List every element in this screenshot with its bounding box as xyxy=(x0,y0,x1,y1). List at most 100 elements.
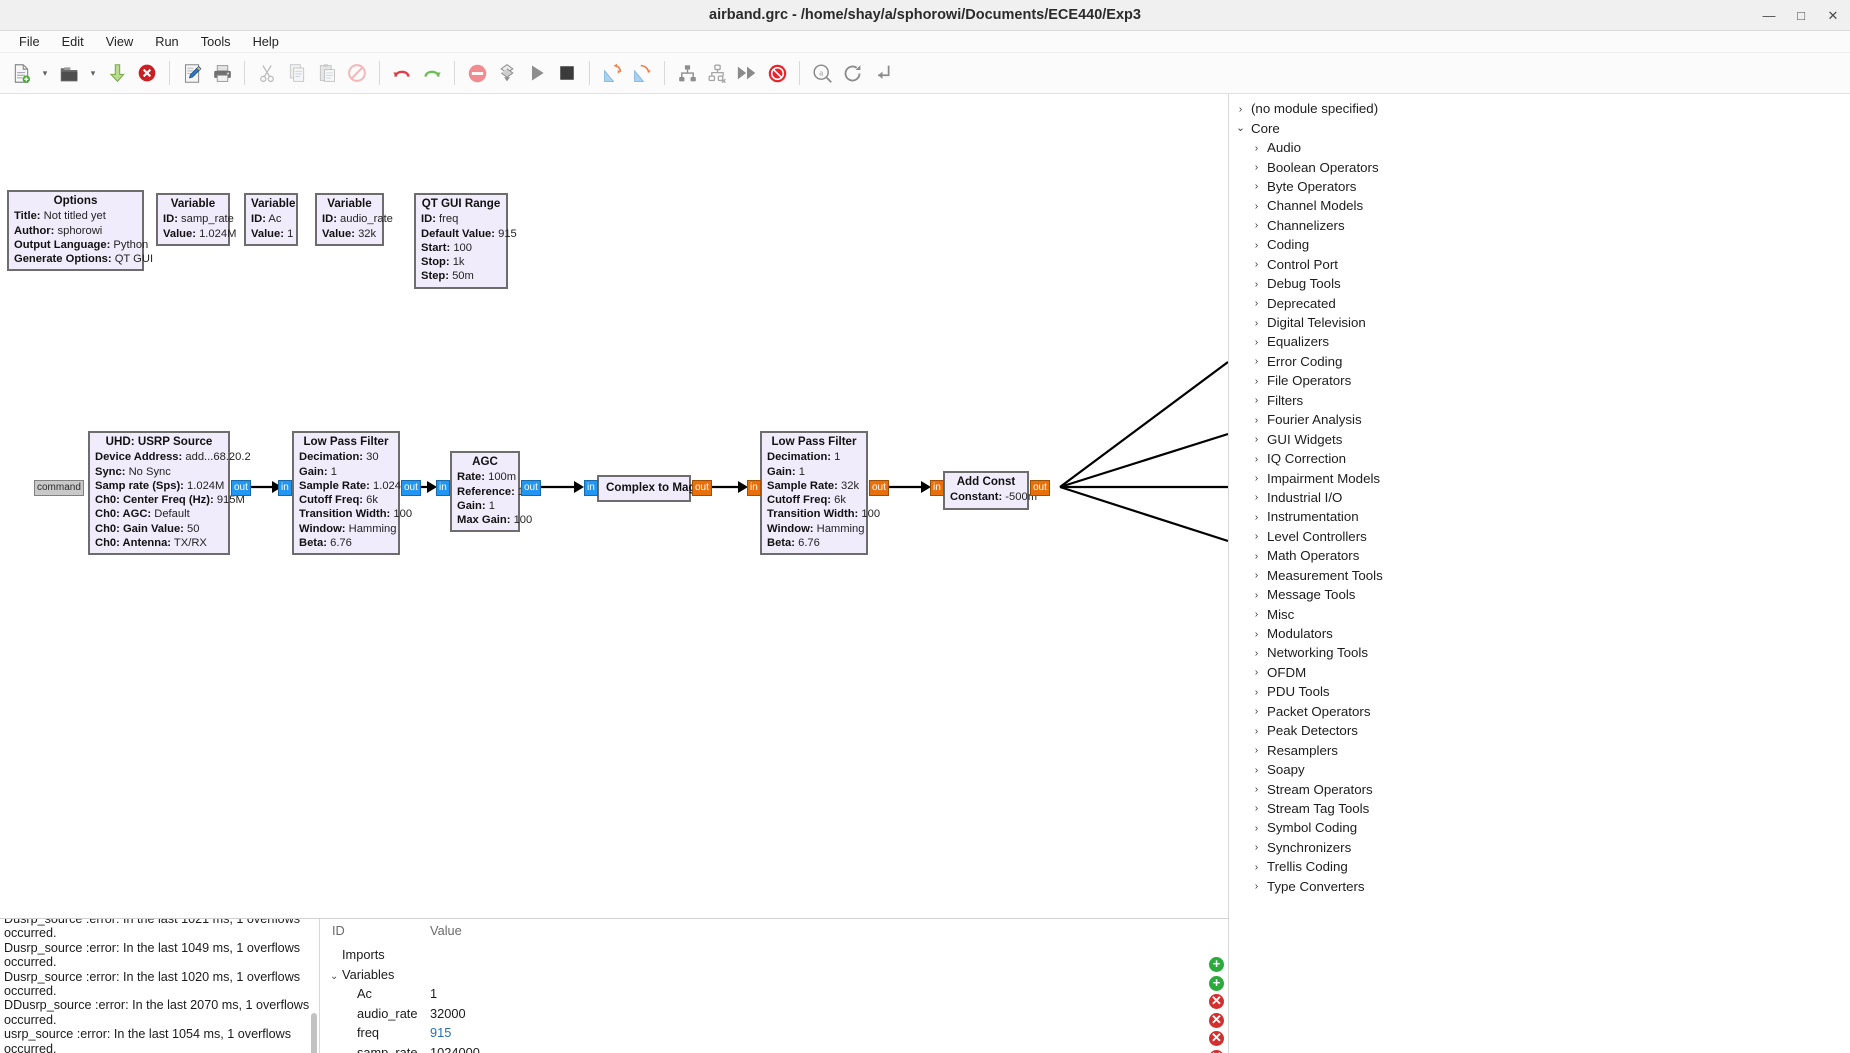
chevron-icon[interactable]: › xyxy=(1250,608,1263,620)
chevron-icon[interactable]: › xyxy=(1250,491,1263,503)
chevron-icon[interactable]: › xyxy=(1250,453,1263,465)
chevron-icon[interactable]: › xyxy=(1250,297,1263,309)
tree-node-synchronizers[interactable]: › Synchronizers xyxy=(1229,838,1850,857)
tree-node-iq-correction[interactable]: › IQ Correction xyxy=(1229,449,1850,468)
chevron-icon[interactable]: › xyxy=(1250,861,1263,873)
agc-block[interactable]: AGC Rate: 100m Reference: 1 Gain: 1 Max Gain… xyxy=(450,451,532,533)
chevron-icon[interactable]: ⌄ xyxy=(1234,122,1247,134)
new-flowgraph-dropdown-icon[interactable]: ▾ xyxy=(36,58,54,88)
chevron-icon[interactable]: › xyxy=(1250,725,1263,737)
flowgraph-canvas[interactable]: Options Title: Not titled yet Author: spho… xyxy=(0,94,1228,918)
chevron-icon[interactable]: › xyxy=(1250,628,1263,640)
remove-row-button-2[interactable]: ✕ xyxy=(1209,1012,1224,1028)
tree-node-boolean-operators[interactable]: › Boolean Operators xyxy=(1229,157,1850,176)
variable-value[interactable]: 32000 xyxy=(430,1006,590,1021)
lpf2-in-port[interactable]: in xyxy=(747,480,761,496)
tree-node-modulators[interactable]: › Modulators xyxy=(1229,624,1850,643)
chevron-icon[interactable]: › xyxy=(1250,802,1263,814)
menu-tools[interactable]: Tools xyxy=(190,32,242,51)
complex-to-mag-block[interactable]: Complex to Mag xyxy=(597,475,696,503)
chevron-icon[interactable]: › xyxy=(1250,258,1263,270)
chevron-icon[interactable]: › xyxy=(1250,336,1263,348)
chevron-icon[interactable]: › xyxy=(1234,103,1247,115)
undo-icon[interactable] xyxy=(387,58,417,88)
tree-node-math-operators[interactable]: › Math Operators xyxy=(1229,546,1850,565)
chevron-icon[interactable]: › xyxy=(1250,764,1263,776)
usrp-source-command-port[interactable]: command xyxy=(34,480,84,496)
chevron-icon[interactable]: › xyxy=(1250,142,1263,154)
add-const-block[interactable]: Add Const Constant: -500m xyxy=(943,471,1037,510)
tree-node-error-coding[interactable]: › Error Coding xyxy=(1229,352,1850,371)
chevron-icon[interactable]: › xyxy=(1250,666,1263,678)
disable-all-icon[interactable] xyxy=(762,58,792,88)
variable-audio-rate-block[interactable]: Variable ID: audio_rate Value: 32k xyxy=(315,193,393,246)
tree-node-packet-operators[interactable]: › Packet Operators xyxy=(1229,702,1850,721)
variables-table-row[interactable]: Imports xyxy=(320,945,1228,965)
tree-node-equalizers[interactable]: › Equalizers xyxy=(1229,332,1850,351)
tree-node-byte-operators[interactable]: › Byte Operators xyxy=(1229,177,1850,196)
tree-node-measurement-tools[interactable]: › Measurement Tools xyxy=(1229,566,1850,585)
low-pass-filter-1-block[interactable]: Low Pass Filter Decimation: 30 Gain: 1 Samp… xyxy=(292,431,412,556)
variable-samp-rate-block[interactable]: Variable ID: samp_rate Value: 1.024M xyxy=(156,193,236,246)
chevron-icon[interactable]: › xyxy=(1250,841,1263,853)
variable-value[interactable]: 1024000 xyxy=(430,1045,590,1053)
open-recent-dropdown-icon[interactable]: ▾ xyxy=(84,58,102,88)
save-flowgraph-icon[interactable] xyxy=(102,58,132,88)
tree-node-industrial-i-o[interactable]: › Industrial I/O xyxy=(1229,488,1850,507)
print-icon[interactable] xyxy=(207,58,237,88)
create-hier-block-icon[interactable] xyxy=(672,58,702,88)
agc-out-port[interactable]: out xyxy=(521,480,541,496)
new-flowgraph-icon[interactable] xyxy=(6,58,36,88)
options-block[interactable]: Options Title: Not titled yet Author: spho… xyxy=(7,190,153,272)
complex-to-mag-out-port[interactable]: out xyxy=(692,480,712,496)
tree-node-no-module-specified[interactable]: › (no module specified) xyxy=(1229,99,1850,118)
tree-node-type-converters[interactable]: › Type Converters xyxy=(1229,877,1850,896)
qt-gui-range-freq-block[interactable]: QT GUI Range ID: freq Default Value: 915 St… xyxy=(414,193,517,289)
tree-node-stream-operators[interactable]: › Stream Operators xyxy=(1229,779,1850,798)
close-flowgraph-icon[interactable] xyxy=(132,58,162,88)
lpf2-out-port[interactable]: out xyxy=(869,480,889,496)
tree-node-core[interactable]: ⌄ Core xyxy=(1229,118,1850,137)
variables-table-row[interactable]: Ac 1 xyxy=(320,984,1228,1004)
show-flowgraph-icon[interactable] xyxy=(867,58,897,88)
disable-block-icon[interactable] xyxy=(462,58,492,88)
menu-run[interactable]: Run xyxy=(144,32,189,51)
menu-view[interactable]: View xyxy=(95,32,145,51)
open-hier-block-icon[interactable] xyxy=(702,58,732,88)
open-flowgraph-icon[interactable] xyxy=(54,58,84,88)
tree-node-audio[interactable]: › Audio xyxy=(1229,138,1850,157)
tree-node-deprecated[interactable]: › Deprecated xyxy=(1229,293,1850,312)
kill-flowgraph-icon[interactable] xyxy=(552,58,582,88)
chevron-icon[interactable]: › xyxy=(1250,511,1263,523)
chevron-icon[interactable]: › xyxy=(1250,686,1263,698)
chevron-icon[interactable]: › xyxy=(1250,161,1263,173)
chevron-icon[interactable]: › xyxy=(1250,472,1263,484)
remove-row-button-3[interactable]: ✕ xyxy=(1209,1031,1224,1046)
menu-help[interactable]: Help xyxy=(242,32,290,51)
chevron-icon[interactable]: › xyxy=(1250,433,1263,445)
tree-node-fourier-analysis[interactable]: › Fourier Analysis xyxy=(1229,410,1850,429)
tree-node-gui-widgets[interactable]: › GUI Widgets xyxy=(1229,429,1850,448)
block-tree[interactable]: › (no module specified) ⌄ Core › Audio › Boolea… xyxy=(1229,94,1850,896)
delete-icon[interactable] xyxy=(342,58,372,88)
tree-node-channelizers[interactable]: › Channelizers xyxy=(1229,216,1850,235)
tree-node-impairment-models[interactable]: › Impairment Models xyxy=(1229,468,1850,487)
variables-table-row[interactable]: freq 915 xyxy=(320,1023,1228,1043)
chevron-icon[interactable]: › xyxy=(1250,783,1263,795)
lpf1-in-port[interactable]: in xyxy=(278,480,292,496)
low-pass-filter-2-block[interactable]: Low Pass Filter Decimation: 1 Gain: 1 Sampl… xyxy=(760,431,880,556)
agc-in-port[interactable]: in xyxy=(436,480,450,496)
reload-blocks-icon[interactable] xyxy=(837,58,867,88)
twisty-icon[interactable]: ⌄ xyxy=(330,971,342,982)
tree-node-channel-models[interactable]: › Channel Models xyxy=(1229,196,1850,215)
chevron-icon[interactable]: › xyxy=(1250,569,1263,581)
add-import-button[interactable]: + xyxy=(1209,975,1224,991)
usrp-source-out-port[interactable]: out xyxy=(231,480,251,496)
paste-icon[interactable] xyxy=(312,58,342,88)
tree-node-trellis-coding[interactable]: › Trellis Coding xyxy=(1229,857,1850,876)
tree-node-coding[interactable]: › Coding xyxy=(1229,235,1850,254)
chevron-icon[interactable]: › xyxy=(1250,880,1263,892)
cut-icon[interactable] xyxy=(252,58,282,88)
redo-icon[interactable] xyxy=(417,58,447,88)
tree-node-peak-detectors[interactable]: › Peak Detectors xyxy=(1229,721,1850,740)
